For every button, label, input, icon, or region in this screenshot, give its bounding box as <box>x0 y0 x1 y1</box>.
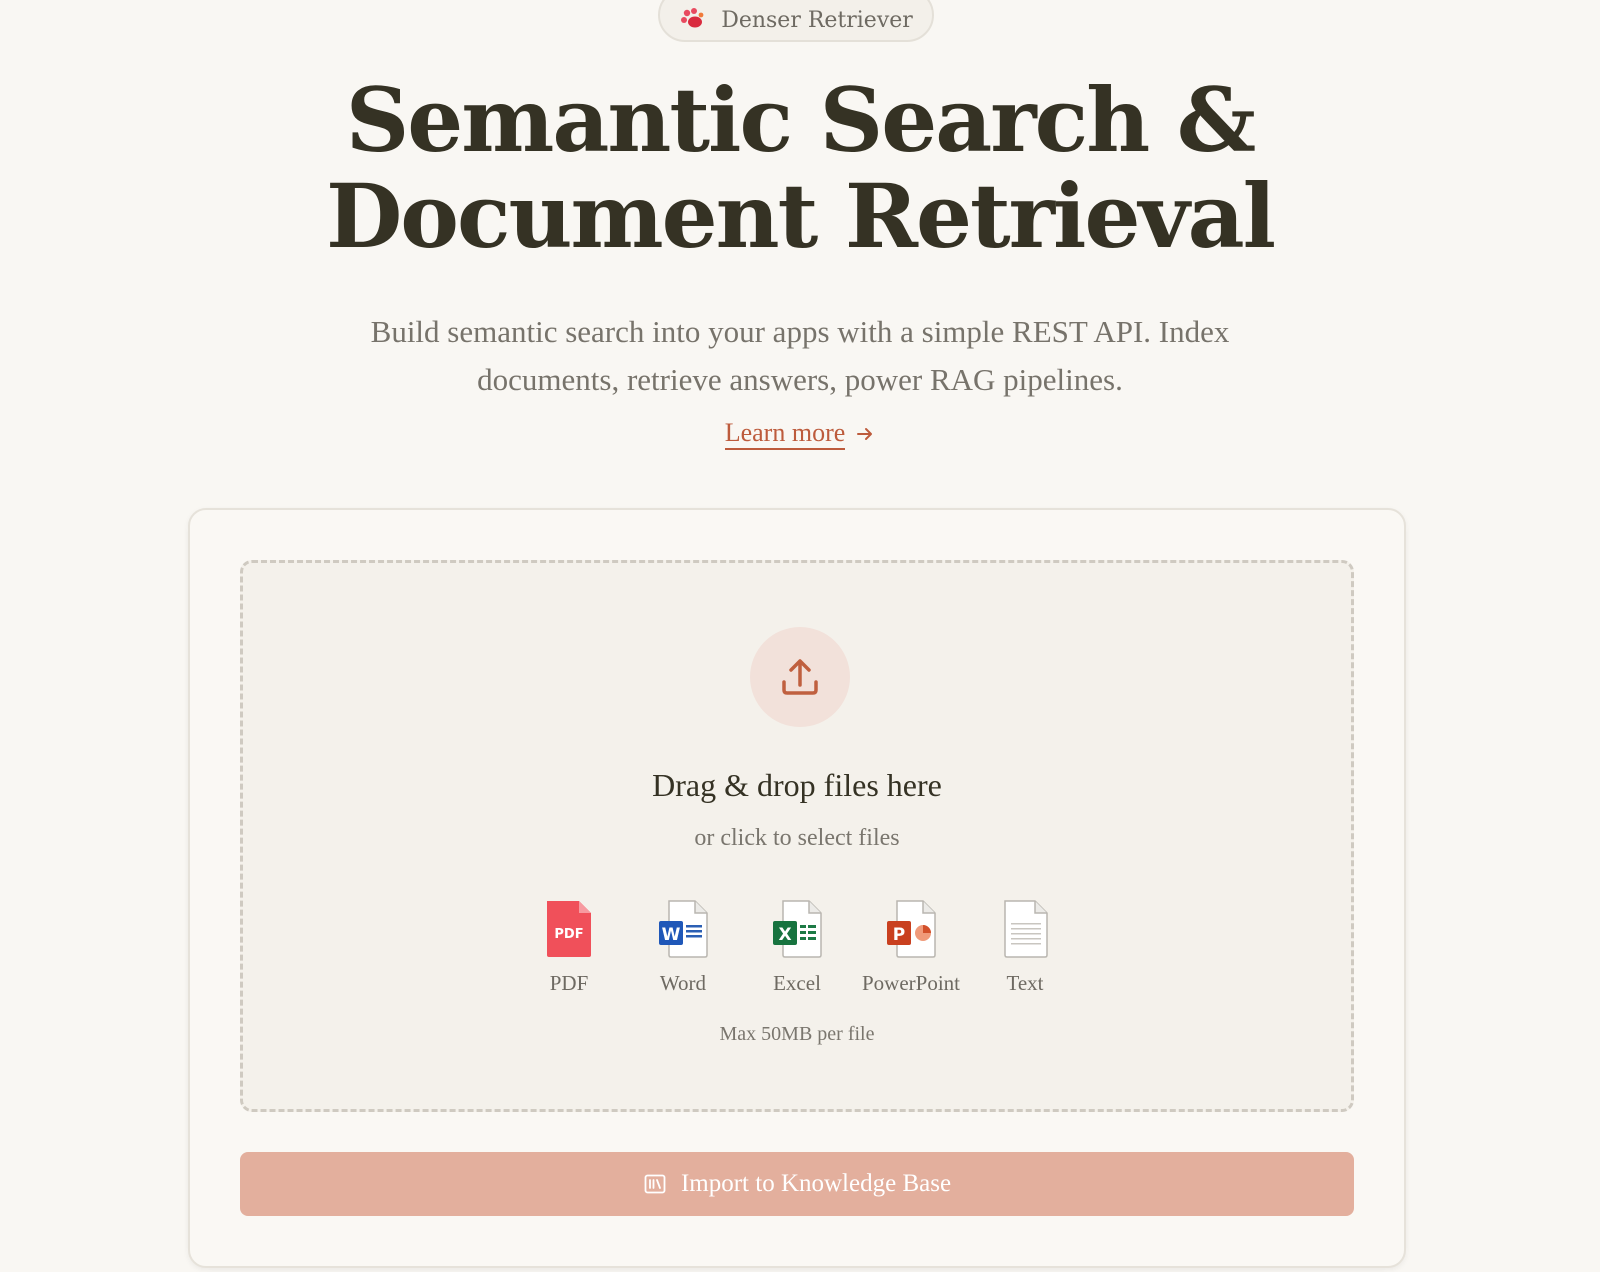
text-file-icon <box>1004 900 1048 958</box>
svg-text:P: P <box>893 925 905 945</box>
file-type-excel: X Excel <box>745 899 849 996</box>
file-type-text: Text <box>973 899 1077 996</box>
arrow-right-icon <box>857 428 873 440</box>
upload-card: Drag & drop files here or click to selec… <box>188 508 1406 1268</box>
svg-text:X: X <box>778 925 791 945</box>
file-type-pdf: PDF PDF <box>517 899 621 996</box>
product-badge[interactable]: Denser Retriever <box>658 0 934 42</box>
file-type-powerpoint: P PowerPoint <box>859 899 963 996</box>
file-type-list: PDF PDF W Word X Excel P PowerPoint Text <box>243 899 1351 996</box>
dropzone-subtitle: or click to select files <box>694 825 900 851</box>
file-type-word: W Word <box>631 899 735 996</box>
file-type-label: PowerPoint <box>861 971 960 995</box>
library-icon <box>644 1174 666 1194</box>
svg-text:PDF: PDF <box>554 927 583 942</box>
max-file-size: Max 50MB per file <box>719 1023 875 1045</box>
title-line-2: Document Retrieval <box>325 164 1276 268</box>
learn-more-link[interactable]: Learn more <box>0 418 1600 450</box>
page: Denser Retriever Semantic Search & Docum… <box>0 0 1600 1272</box>
file-dropzone[interactable]: Drag & drop files here or click to selec… <box>240 560 1354 1112</box>
paw-logo-icon <box>681 8 704 28</box>
learn-more-label: Learn more <box>724 418 846 450</box>
hero-subtitle: Build semantic search into your apps wit… <box>370 314 1230 397</box>
excel-file-icon: X <box>773 900 822 958</box>
page-title: Semantic Search & Document Retrieval <box>0 72 1600 264</box>
pdf-file-icon: PDF <box>547 901 591 957</box>
file-type-label: Text <box>1006 971 1044 995</box>
import-button[interactable]: Import to Knowledge Base <box>240 1152 1354 1216</box>
file-type-label: Word <box>659 971 707 995</box>
file-type-label: Excel <box>773 971 821 995</box>
title-line-1: Semantic Search & <box>345 68 1257 172</box>
svg-text:W: W <box>662 925 681 945</box>
import-button-label: Import to Knowledge Base <box>680 1170 952 1197</box>
dropzone-title: Drag & drop files here <box>652 767 942 803</box>
word-file-icon: W <box>659 900 708 958</box>
powerpoint-file-icon: P <box>887 900 936 958</box>
file-type-label: PDF <box>549 971 589 995</box>
upload-icon-circle <box>750 627 850 727</box>
upload-icon <box>782 659 818 695</box>
badge-label: Denser Retriever <box>721 7 913 33</box>
